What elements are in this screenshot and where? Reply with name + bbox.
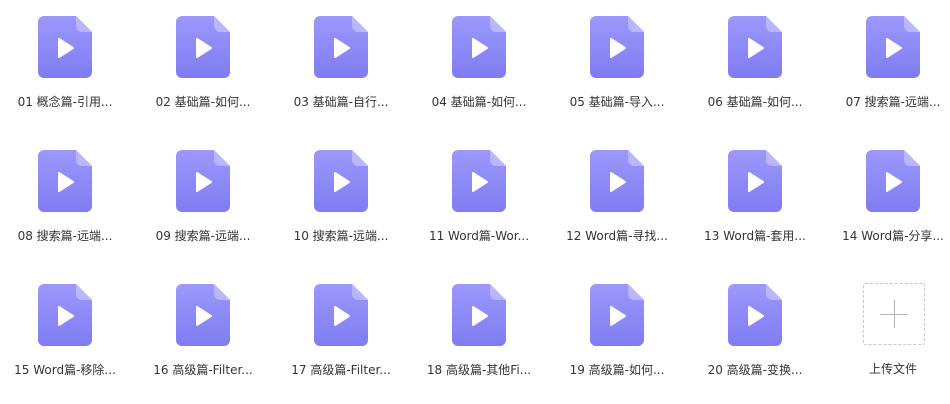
file-name: 15 Word篇-移除... [14, 363, 116, 377]
file-name: 20 高级篇-变换... [707, 363, 803, 377]
file-item[interactable]: 02 基础篇-如何... [138, 16, 266, 136]
file-name: 08 搜索篇-远端... [17, 229, 113, 243]
video-file-icon [38, 16, 92, 78]
file-item[interactable]: 10 搜索篇-远端... [276, 150, 404, 270]
video-file-icon [314, 284, 368, 346]
file-item[interactable]: 08 搜索篇-远端... [0, 150, 128, 270]
file-item[interactable]: 01 概念篇-引用... [0, 16, 128, 136]
video-file-icon [590, 16, 644, 78]
file-item[interactable]: 09 搜索篇-远端... [138, 150, 266, 270]
video-file-icon [176, 16, 230, 78]
file-item[interactable]: 12 Word篇-寻找... [552, 150, 680, 270]
file-name: 18 高级篇-其他Fi... [426, 363, 532, 377]
file-name: 13 Word篇-套用... [704, 229, 806, 243]
file-item[interactable]: 15 Word篇-移除... [0, 284, 128, 404]
upload-file-button[interactable]: 上传文件 [828, 283, 950, 403]
video-file-icon [728, 16, 782, 78]
video-file-icon [452, 284, 506, 346]
file-item[interactable]: 05 基础篇-导入... [552, 16, 680, 136]
file-name: 17 高级篇-Filter... [291, 363, 391, 377]
file-name: 09 搜索篇-远端... [155, 229, 251, 243]
file-item[interactable]: 16 高级篇-Filter... [138, 284, 266, 404]
file-name: 12 Word篇-寻找... [566, 229, 668, 243]
file-item[interactable]: 20 高级篇-变换... [690, 284, 818, 404]
video-file-icon [728, 284, 782, 346]
file-item[interactable]: 18 高级篇-其他Fi... [414, 284, 542, 404]
file-name: 14 Word篇-分享... [842, 229, 944, 243]
video-file-icon [38, 284, 92, 346]
file-item[interactable]: 06 基础篇-如何... [690, 16, 818, 136]
file-grid: 01 概念篇-引用... 02 基础篇-如何... 03 基础篇-自行... 04 基… [0, 0, 950, 398]
file-name: 06 基础篇-如何... [707, 95, 803, 109]
video-file-icon [176, 150, 230, 212]
video-file-icon [176, 284, 230, 346]
file-name: 05 基础篇-导入... [569, 95, 665, 109]
video-file-icon [866, 150, 920, 212]
file-name: 03 基础篇-自行... [293, 95, 389, 109]
file-name: 11 Word篇-Wor... [428, 229, 530, 243]
plus-icon [863, 283, 925, 345]
file-item[interactable]: 03 基础篇-自行... [276, 16, 404, 136]
file-item[interactable]: 07 搜索篇-远端... [828, 16, 950, 136]
file-name: 04 基础篇-如何... [431, 95, 527, 109]
file-name: 02 基础篇-如何... [155, 95, 251, 109]
file-name: 07 搜索篇-远端... [845, 95, 941, 109]
file-item[interactable]: 04 基础篇-如何... [414, 16, 542, 136]
file-item[interactable]: 17 高级篇-Filter... [276, 284, 404, 404]
file-name: 01 概念篇-引用... [17, 95, 113, 109]
upload-file-label: 上传文件 [868, 362, 917, 376]
video-file-icon [38, 150, 92, 212]
file-name: 10 搜索篇-远端... [293, 229, 389, 243]
file-item[interactable]: 13 Word篇-套用... [690, 150, 818, 270]
file-name: 16 高级篇-Filter... [153, 363, 253, 377]
video-file-icon [728, 150, 782, 212]
file-name: 19 高级篇-如何... [569, 363, 665, 377]
video-file-icon [590, 150, 644, 212]
video-file-icon [452, 150, 506, 212]
file-item[interactable]: 14 Word篇-分享... [828, 150, 950, 270]
video-file-icon [314, 16, 368, 78]
file-item[interactable]: 19 高级篇-如何... [552, 284, 680, 404]
video-file-icon [590, 284, 644, 346]
video-file-icon [452, 16, 506, 78]
video-file-icon [866, 16, 920, 78]
video-file-icon [314, 150, 368, 212]
file-item[interactable]: 11 Word篇-Wor... [414, 150, 542, 270]
